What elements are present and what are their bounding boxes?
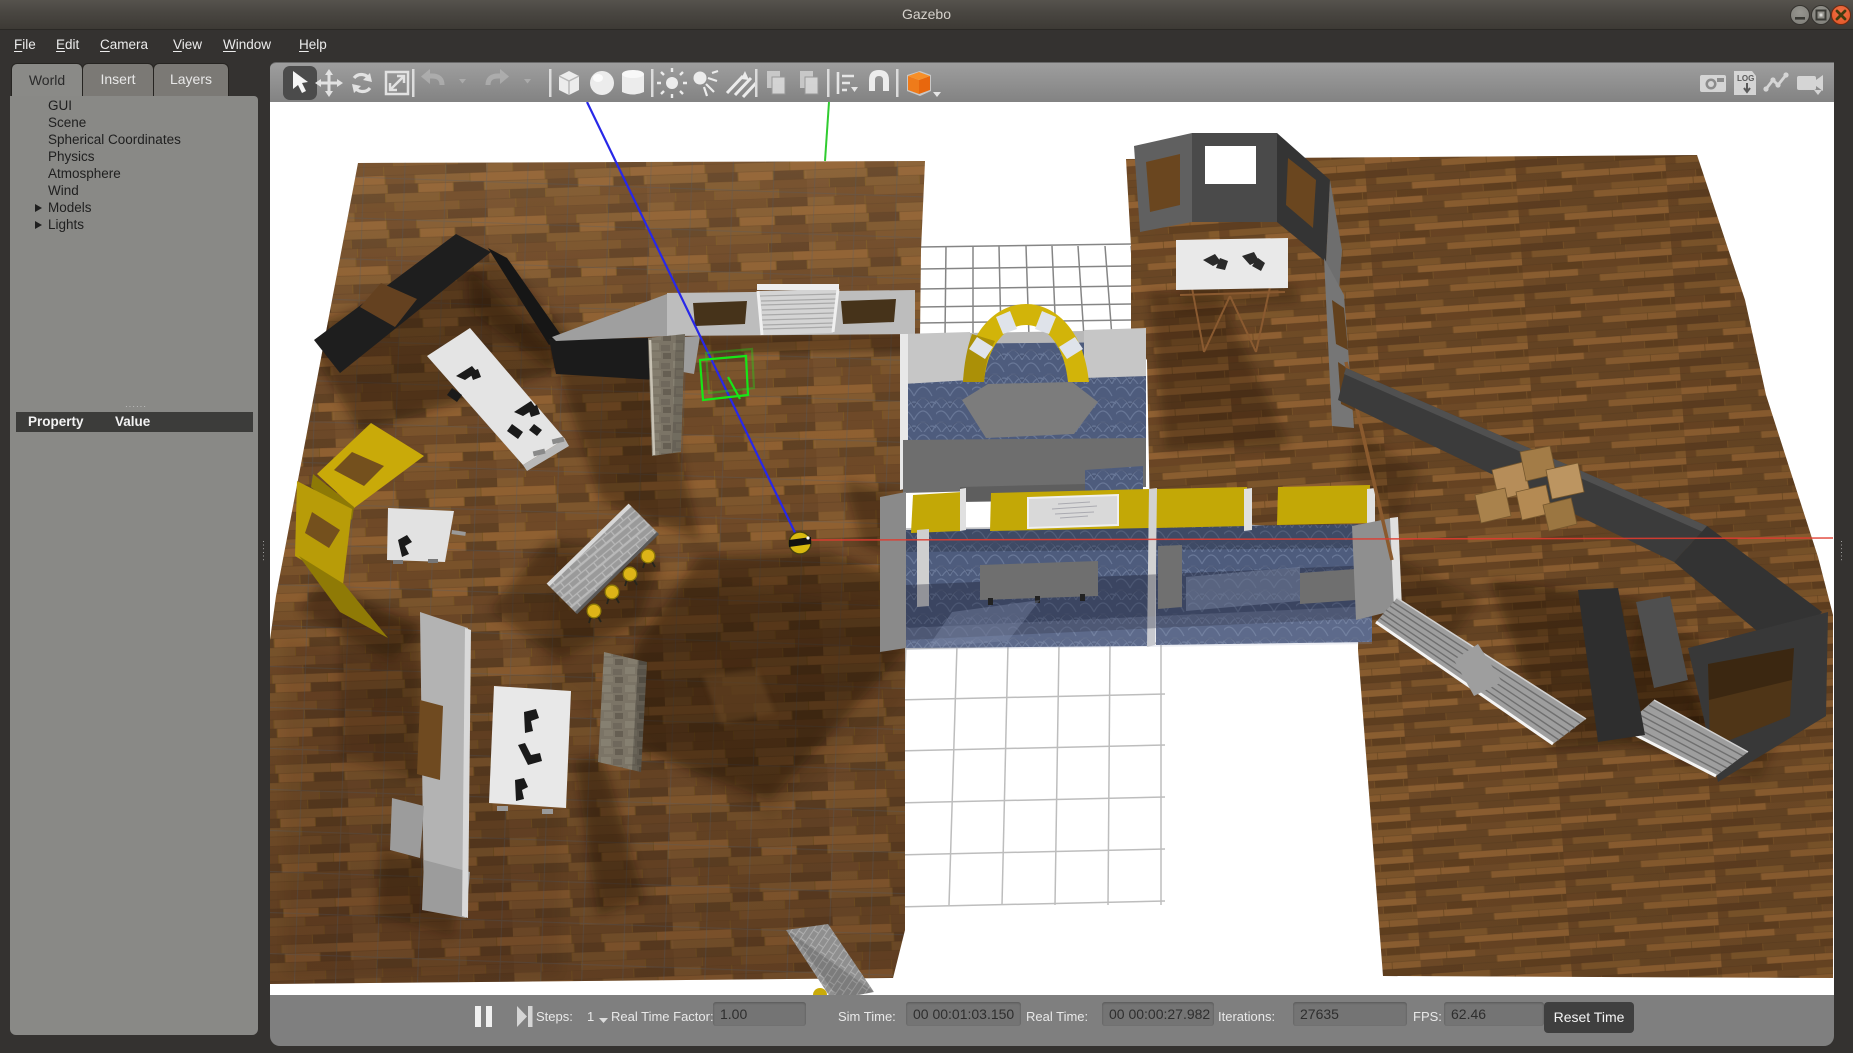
svg-text:LOG: LOG [1737,74,1754,83]
